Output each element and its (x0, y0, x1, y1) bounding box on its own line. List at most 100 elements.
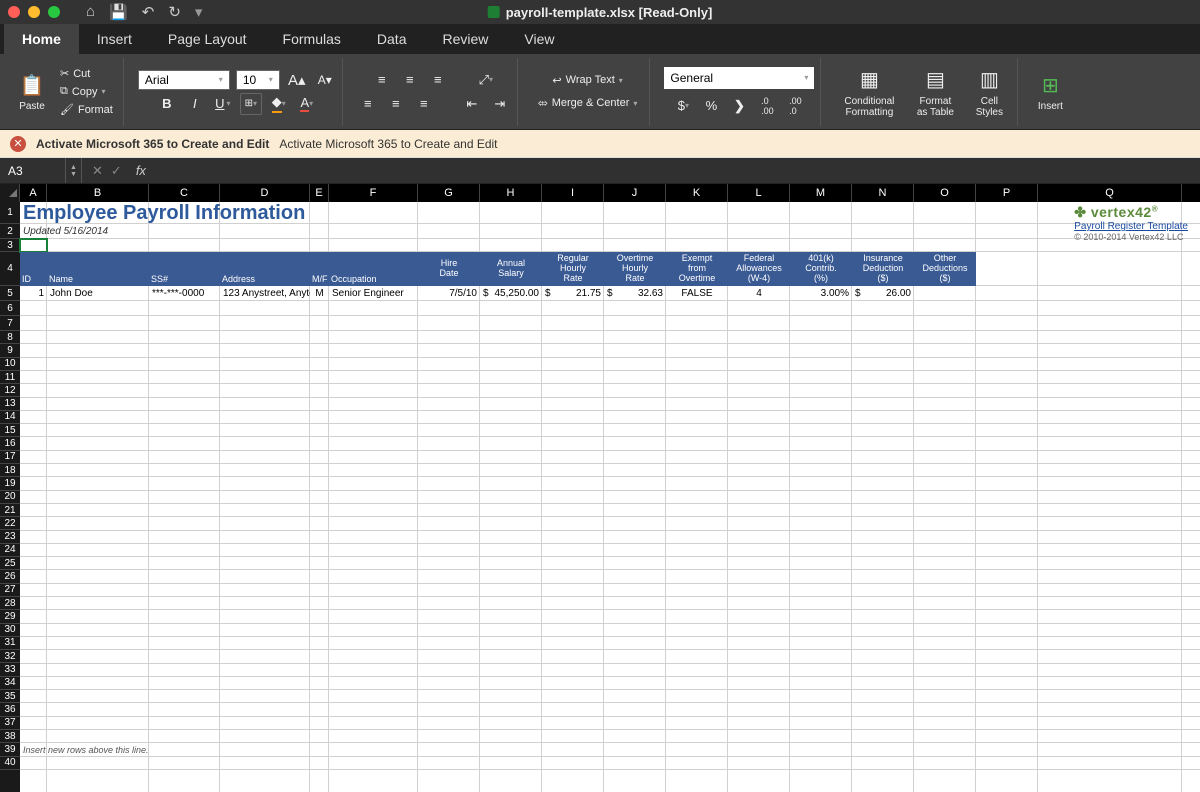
row-header-29[interactable]: 29 (0, 610, 20, 623)
spreadsheet-grid[interactable]: ABCDEFGHIJKLMNOPQ 1234567891011121314151… (0, 184, 1200, 792)
row-header-31[interactable]: 31 (0, 637, 20, 650)
row-header-39[interactable]: 39 (0, 743, 20, 756)
row-header-40[interactable]: 40 (0, 757, 20, 770)
row-header-9[interactable]: 9 (0, 344, 20, 357)
header-address[interactable]: Address (220, 252, 310, 286)
data-r5-money-7[interactable]: $45,250.00 (480, 286, 542, 301)
row-header-26[interactable]: 26 (0, 570, 20, 583)
font-family-dropdown[interactable]: Arial▾ (138, 70, 230, 90)
row-header-33[interactable]: 33 (0, 663, 20, 676)
align-center-icon[interactable]: ≡ (385, 93, 407, 115)
header-m-f[interactable]: M/F (310, 252, 329, 286)
tab-home[interactable]: Home (4, 24, 79, 54)
redo-icon[interactable]: ↻ (168, 3, 181, 21)
increase-indent-icon[interactable]: ⇥ (489, 93, 511, 115)
tab-formulas[interactable]: Formulas (265, 24, 359, 54)
data-r5-c1[interactable]: John Doe (47, 286, 149, 301)
data-r5-c10[interactable]: FALSE (666, 286, 728, 301)
header-exempt-from-overtime[interactable]: ExemptfromOvertime (666, 252, 728, 286)
decrease-decimal-icon[interactable]: .00.0 (784, 95, 806, 117)
bold-button[interactable]: B (156, 93, 178, 115)
decrease-indent-icon[interactable]: ⇤ (461, 93, 483, 115)
align-right-icon[interactable]: ≡ (413, 93, 435, 115)
row-header-15[interactable]: 15 (0, 424, 20, 437)
font-size-dropdown[interactable]: 10▾ (236, 70, 280, 90)
row-header-34[interactable]: 34 (0, 677, 20, 690)
payroll-template-link[interactable]: Payroll Register Template (1074, 221, 1188, 232)
column-header-G[interactable]: G (418, 184, 480, 202)
name-box-stepper[interactable]: ▲▼ (66, 158, 82, 183)
zoom-window-button[interactable] (48, 6, 60, 18)
selected-cell-a3[interactable] (20, 239, 47, 252)
number-format-dropdown[interactable]: General▾ (664, 67, 814, 89)
insert-rows-note[interactable]: Insert new rows above this line. (20, 743, 280, 756)
row-header-25[interactable]: 25 (0, 557, 20, 570)
row-header-36[interactable]: 36 (0, 703, 20, 716)
row-header-28[interactable]: 28 (0, 597, 20, 610)
sheet-title[interactable]: Employee Payroll Information (20, 202, 620, 224)
row-header-18[interactable]: 18 (0, 464, 20, 477)
column-header-E[interactable]: E (310, 184, 329, 202)
align-middle-icon[interactable]: ≡ (399, 69, 421, 91)
tab-page-layout[interactable]: Page Layout (150, 24, 265, 54)
row-header-19[interactable]: 19 (0, 477, 20, 490)
undo-icon[interactable]: ↶ (142, 3, 155, 21)
row-header-8[interactable]: 8 (0, 331, 20, 344)
conditional-formatting-button[interactable]: ▦Conditional Formatting (835, 64, 903, 120)
qat-dropdown-icon[interactable]: ▾ (195, 3, 203, 21)
data-r5-money-9[interactable]: $32.63 (604, 286, 666, 301)
row-header-7[interactable]: 7 (0, 316, 20, 331)
data-r5-c4[interactable]: M (310, 286, 329, 301)
data-r5-c2[interactable]: ***-***-0000 (149, 286, 220, 301)
data-r5-c11[interactable]: 4 (728, 286, 790, 301)
column-header-O[interactable]: O (914, 184, 976, 202)
name-box[interactable]: A3 (0, 158, 66, 183)
close-window-button[interactable] (8, 6, 20, 18)
borders-button[interactable]: ⊞▾ (240, 93, 262, 115)
header-id[interactable]: ID (20, 252, 47, 286)
column-header-D[interactable]: D (220, 184, 310, 202)
column-header-L[interactable]: L (728, 184, 790, 202)
activation-close-button[interactable]: ✕ (10, 136, 26, 152)
cut-button[interactable]: ✂Cut (56, 66, 117, 81)
row-header-3[interactable]: 3 (0, 239, 20, 252)
data-r5-c5[interactable]: Senior Engineer (329, 286, 418, 301)
font-color-button[interactable]: A▾ (296, 93, 318, 115)
data-r5-c6[interactable]: 7/5/10 (418, 286, 480, 301)
cell-styles-button[interactable]: ▥Cell Styles (967, 64, 1011, 120)
row-header-17[interactable]: 17 (0, 451, 20, 464)
data-r5-money-13[interactable]: $26.00 (852, 286, 914, 301)
column-header-C[interactable]: C (149, 184, 220, 202)
fill-color-button[interactable]: ◆▾ (268, 93, 290, 115)
row-header-6[interactable]: 6 (0, 301, 20, 316)
column-header-Q[interactable]: Q (1038, 184, 1182, 202)
row-header-23[interactable]: 23 (0, 530, 20, 543)
insert-cells-button[interactable]: ⊞Insert (1032, 69, 1068, 114)
row-header-1[interactable]: 1 (0, 202, 20, 224)
updated-date[interactable]: Updated 5/16/2014 (20, 224, 220, 239)
copy-button[interactable]: ⧉Copy▾ (56, 84, 117, 99)
format-as-table-button[interactable]: ▤Format as Table (909, 64, 961, 120)
comma-icon[interactable]: ❯ (728, 95, 750, 117)
tab-insert[interactable]: Insert (79, 24, 150, 54)
header-other-deductions-[interactable]: OtherDeductions($) (914, 252, 976, 286)
align-bottom-icon[interactable]: ≡ (427, 69, 449, 91)
wrap-text-button[interactable]: ↩Wrap Text▾ (546, 70, 628, 91)
tab-review[interactable]: Review (424, 24, 506, 54)
data-r5-c14[interactable] (914, 286, 976, 301)
row-header-35[interactable]: 35 (0, 690, 20, 703)
enter-formula-icon[interactable]: ✓ (111, 163, 122, 179)
row-header-27[interactable]: 27 (0, 584, 20, 597)
header-401-k-contrib-[interactable]: 401(k)Contrib.(%) (790, 252, 852, 286)
column-header-I[interactable]: I (542, 184, 604, 202)
row-header-32[interactable]: 32 (0, 650, 20, 663)
format-painter-button[interactable]: 🖌Format (56, 102, 117, 117)
row-header-5[interactable]: 5 (0, 286, 20, 301)
header-annual-salary[interactable]: AnnualSalary (480, 252, 542, 286)
row-header-38[interactable]: 38 (0, 730, 20, 743)
data-r5-money-8[interactable]: $21.75 (542, 286, 604, 301)
currency-icon[interactable]: $▾ (672, 95, 694, 117)
cells-area[interactable]: Employee Payroll InformationUpdated 5/16… (20, 202, 1200, 792)
column-header-K[interactable]: K (666, 184, 728, 202)
align-top-icon[interactable]: ≡ (371, 69, 393, 91)
